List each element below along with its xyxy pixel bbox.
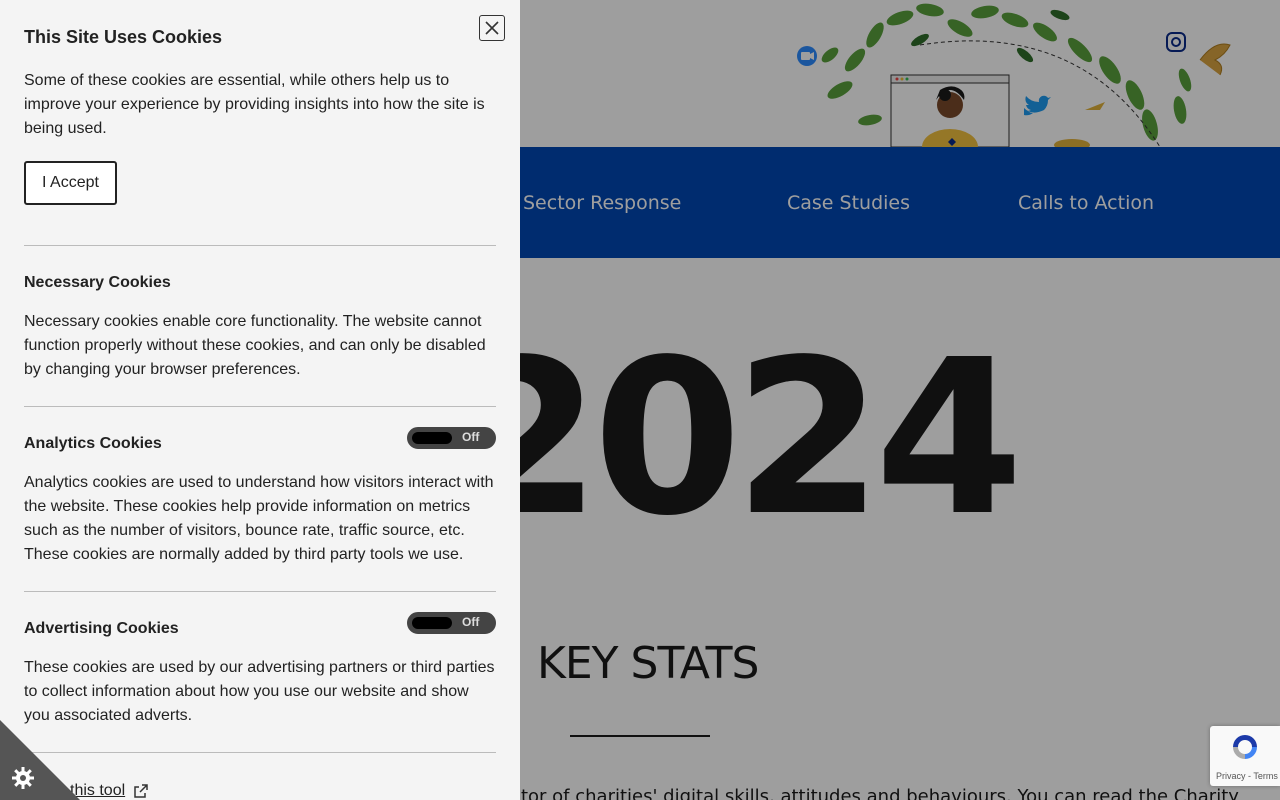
divider (24, 245, 496, 246)
toggle-state-label: Off (462, 615, 480, 629)
analytics-cookies-description: Analytics cookies are used to understand… (24, 474, 494, 563)
recaptcha-badge[interactable]: Privacy - Terms (1210, 726, 1280, 786)
panel-title: This Site Uses Cookies (24, 27, 223, 47)
panel-intro: Some of these cookies are essential, whi… (24, 72, 485, 137)
recaptcha-icon (1233, 735, 1257, 759)
cookie-consent-panel: This Site Uses Cookies Some of these coo… (0, 0, 520, 800)
necessary-cookies-description: Necessary cookies enable core functional… (24, 313, 486, 378)
analytics-cookies-toggle[interactable]: Off (407, 427, 496, 449)
divider (24, 406, 496, 407)
toggle-knob (412, 617, 452, 629)
advertising-cookies-toggle[interactable]: Off (407, 612, 496, 634)
advertising-cookies-title: Advertising Cookies (24, 620, 179, 637)
toggle-knob (412, 432, 452, 444)
cookie-settings-icon[interactable] (11, 766, 35, 790)
divider (24, 752, 496, 753)
advertising-cookies-description: These cookies are used by our advertisin… (24, 659, 495, 724)
close-icon (485, 21, 499, 35)
analytics-cookies-title: Analytics Cookies (24, 435, 162, 452)
close-button[interactable] (479, 15, 505, 41)
external-link-icon (134, 784, 148, 798)
accept-button[interactable]: I Accept (24, 161, 117, 205)
necessary-cookies-title: Necessary Cookies (24, 274, 171, 291)
toggle-state-label: Off (462, 430, 480, 444)
recaptcha-links[interactable]: Privacy - Terms (1216, 771, 1278, 781)
divider (24, 591, 496, 592)
